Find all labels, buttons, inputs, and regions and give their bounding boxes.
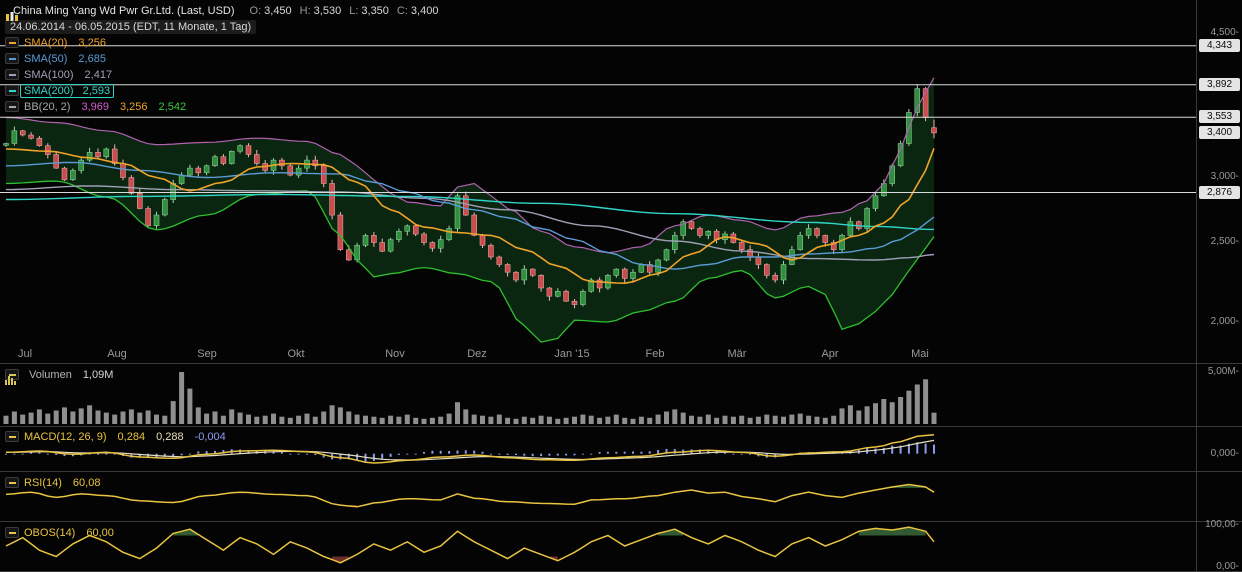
rsi-chart-canvas[interactable] [0,472,1196,521]
macd-hist-value: -0,004 [194,430,226,443]
macd-legend: MACD(12, 26, 9) 0,284 0,288 -0,004 [5,430,226,443]
main-legend: China Ming Yang Wd Pwr Gr.Ltd. (Last, US… [5,4,438,113]
price-badge[interactable]: 3,400 [1199,125,1240,139]
price-badge[interactable]: 3,892 [1199,77,1240,91]
axis-tick-label: 0,000- [1210,447,1239,459]
macd-label: MACD(12, 26, 9) [24,430,107,443]
panel-separator [0,521,1242,522]
legend-row-obos[interactable]: OBOS(14) 60,00 [5,526,114,539]
date-range[interactable]: 24.06.2014 - 06.05.2015 (EDT, 11 Monate,… [5,19,257,34]
panel-separator [0,363,1242,364]
price-axis-column[interactable]: 4,500- 3,000- 2,500- 2,000- 4,343 3,892 3,553 3… [1196,0,1242,572]
time-axis[interactable]: Jul Aug Sep Okt Nov Dez Jan '15 Feb Mär Apr Mai [0,345,1196,362]
legend-row-bb[interactable]: BB(20, 2) 3,969 3,256 2,542 [5,100,438,113]
ohlc-readout: O: 3,450 H: 3,530 L: 3,350 C: 3,400 [250,5,439,17]
obos-legend: OBOS(14) 60,00 [5,526,114,539]
sma20-label: SMA(20) [24,36,68,49]
close-label: C: [396,4,408,17]
time-axis-label: Mai [911,348,929,360]
price-badge[interactable]: 2,876 [1199,185,1240,199]
volume-chart-canvas[interactable] [0,364,1196,426]
symbol-title: China Ming Yang Wd Pwr Gr.Ltd. (Last, US… [13,4,235,17]
bb-lower-value: 2,542 [158,100,187,113]
sma100-value: 2,417 [84,68,113,81]
axis-tick-label: 0,00- [1216,561,1239,572]
rsi-value: 60,08 [72,476,101,489]
macd-histogram [5,442,935,462]
axis-tick-label: 2,500- [1210,236,1239,248]
rsi-label: RSI(14) [24,476,62,489]
price-badge[interactable]: 4,343 [1199,38,1240,52]
open-label: O: [249,4,262,17]
time-axis-label: Jan '15 [554,348,590,360]
low-label: L: [349,4,359,17]
legend-row-macd[interactable]: MACD(12, 26, 9) 0,284 0,288 -0,004 [5,430,226,443]
volume-legend: Volumen 1,09M [5,368,114,385]
obos-toggle[interactable] [5,527,19,538]
sma100-toggle[interactable] [5,69,19,80]
time-axis-label: Nov [385,348,405,360]
chart-application: Jul Aug Sep Okt Nov Dez Jan '15 Feb Mär Apr Mai 4,… [0,0,1242,572]
date-range-row: 24.06.2014 - 06.05.2015 (EDT, 11 Monate,… [5,19,438,34]
time-axis-label: Okt [287,348,305,360]
bb-toggle[interactable] [5,101,19,112]
open-value: 3,450 [264,4,292,17]
macd-toggle[interactable] [5,431,19,442]
macd-signal-value: 0,288 [156,430,184,443]
volume-series [3,372,937,424]
time-axis-label: Apr [821,348,839,360]
legend-row-sma20[interactable]: SMA(20) 3,256 [5,36,438,49]
axis-tick-label: 5,00M- [1207,366,1239,377]
axis-tick-label: 3,000- [1210,171,1239,183]
volume-value: 1,09M [82,368,114,381]
time-axis-label: Jul [17,348,33,360]
bb-label: BB(20, 2) [24,100,71,113]
symbol-header: China Ming Yang Wd Pwr Gr.Ltd. (Last, US… [5,4,439,21]
legend-row-volume[interactable]: Volumen 1,09M [5,368,114,385]
price-badge[interactable]: 3,553 [1199,110,1240,124]
time-axis-label: Aug [107,348,127,360]
panel-separator [0,426,1242,427]
sma200-highlight: SMA(200) 2,593 [20,83,115,98]
rsi-toggle[interactable] [5,477,19,488]
sma100-label: SMA(100) [24,68,74,81]
low-value: 3,350 [361,4,389,17]
legend-row-rsi[interactable]: RSI(14) 60,08 [5,476,100,489]
obos-label: OBOS(14) [24,526,76,539]
sma20-toggle[interactable] [5,37,19,48]
time-axis-label: Mär [727,348,747,360]
sma200-label: SMA(200) [24,84,74,97]
high-label: H: [299,4,311,17]
panel-separator [0,471,1242,472]
obos-chart-canvas[interactable] [0,522,1196,572]
axis-tick-label: 2,000- [1210,315,1239,327]
bb-middle-value: 3,256 [120,100,148,113]
rsi-legend: RSI(14) 60,08 [5,476,100,489]
sma200-toggle[interactable] [5,85,19,96]
high-value: 3,530 [313,4,342,17]
time-axis-label: Feb [645,348,665,360]
legend-row-sma50[interactable]: SMA(50) 2,685 [5,52,438,65]
obos-line [5,526,935,564]
macd-value: 0,284 [117,430,146,443]
sma50-label: SMA(50) [24,52,68,65]
legend-row-sma100[interactable]: SMA(100) 2,417 [5,68,438,81]
close-value: 3,400 [410,4,439,17]
time-axis-label: Sep [197,348,217,360]
axis-tick-label: 4,500- [1210,26,1239,38]
obos-value: 60,00 [86,526,114,539]
legend-row-sma200[interactable]: SMA(200) 2,593 [5,83,438,98]
bb-upper-value: 3,969 [81,100,109,113]
sma200-value: 2,593 [82,84,111,97]
axis-tick-label: 100,00- [1205,519,1239,530]
time-axis-label: Dez [467,348,487,360]
volume-label: Volumen [29,368,72,381]
sma20-value: 3,256 [78,36,106,49]
sma50-toggle[interactable] [5,53,19,64]
rsi-line [5,483,935,508]
sma50-value: 2,685 [78,52,106,65]
